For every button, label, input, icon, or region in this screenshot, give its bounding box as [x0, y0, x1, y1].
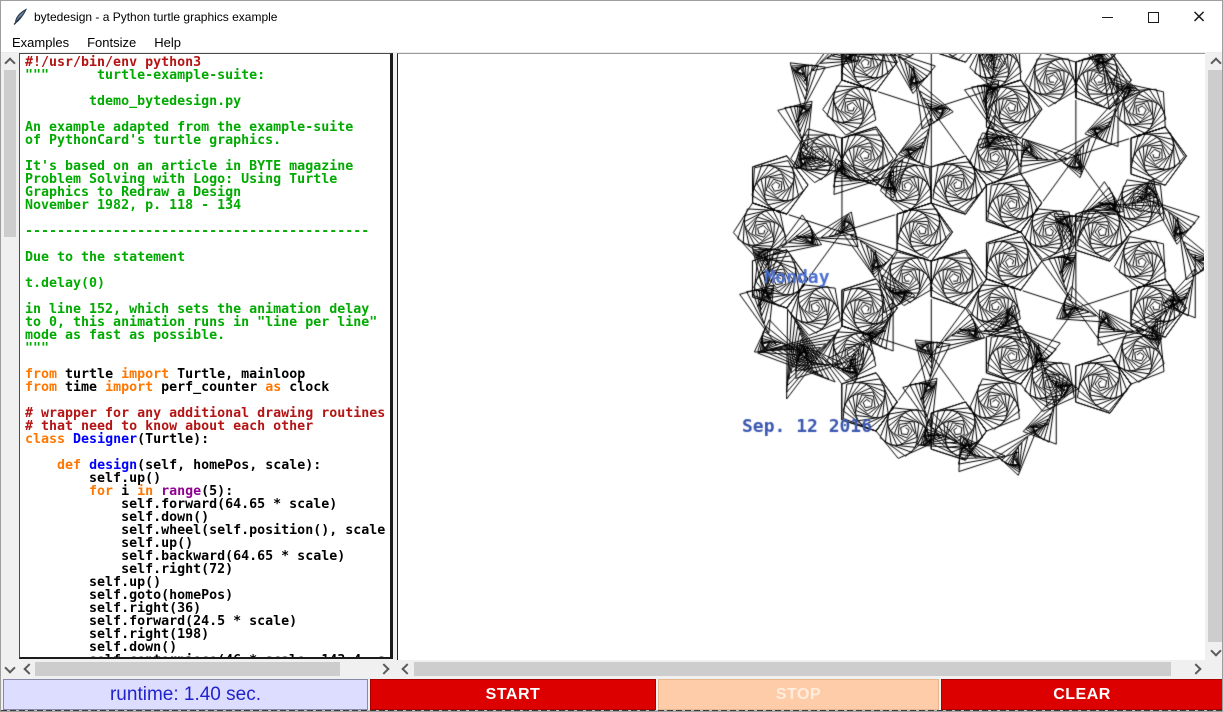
canvas-scroll-left-button[interactable]	[397, 661, 413, 677]
canvas-scroll-right-button[interactable]	[1189, 661, 1205, 677]
stop-button[interactable]: STOP	[658, 679, 939, 710]
window-controls: ×	[1084, 1, 1222, 33]
menu-item-examples[interactable]: Examples	[3, 35, 78, 50]
window-title: bytedesign - a Python turtle graphics ex…	[34, 1, 277, 33]
code-horizontal-scrollbar[interactable]	[19, 661, 393, 677]
chevron-right-icon	[1190, 663, 1201, 674]
code-vertical-scrollbar[interactable]	[3, 53, 17, 677]
menu-bar: Examples Fontsize Help	[1, 33, 1222, 53]
title-bar: bytedesign - a Python turtle graphics ex…	[1, 1, 1222, 33]
code-scroll-right-button[interactable]	[377, 661, 393, 677]
code-line: ----------------------------------------…	[25, 225, 390, 238]
code-line: class Designer(Turtle):	[25, 433, 390, 446]
code-scroll-up-button[interactable]	[3, 53, 17, 69]
code-line: t.delay(0)	[25, 277, 390, 290]
chevron-down-icon	[4, 662, 15, 673]
turtle-canvas	[398, 54, 1204, 659]
code-scroll-down-button[interactable]	[3, 661, 17, 677]
minimize-icon	[1102, 17, 1113, 18]
start-button[interactable]: START	[370, 679, 656, 710]
code-line: mode as fast as possible.	[25, 329, 390, 342]
tk-feather-icon	[12, 8, 29, 26]
canvas-vertical-scrollbar[interactable]	[1207, 53, 1223, 660]
maximize-icon	[1148, 12, 1159, 23]
canvas-scroll-up-button[interactable]	[1207, 53, 1223, 69]
code-hscroll-thumb[interactable]	[35, 662, 340, 676]
close-button[interactable]: ×	[1176, 1, 1222, 33]
code-line: Due to the statement	[25, 251, 390, 264]
chevron-up-icon	[4, 57, 15, 68]
chevron-right-icon	[378, 663, 389, 674]
code-vscroll-thumb[interactable]	[4, 70, 16, 237]
menu-item-fontsize[interactable]: Fontsize	[78, 35, 145, 50]
code-line: November 1982, p. 118 - 134	[25, 199, 390, 212]
canvas-horizontal-scrollbar[interactable]	[397, 661, 1205, 677]
close-icon: ×	[1191, 8, 1206, 26]
code-scroll-left-button[interactable]	[19, 661, 35, 677]
canvas-scroll-down-button[interactable]	[1207, 644, 1223, 660]
chevron-up-icon	[1210, 57, 1221, 68]
code-line: """ turtle-example-suite:	[25, 69, 390, 82]
code-line: """	[25, 342, 390, 355]
canvas-hscroll-thumb[interactable]	[414, 662, 1171, 676]
app-window: bytedesign - a Python turtle graphics ex…	[0, 0, 1223, 712]
code-line: from time import perf_counter as clock	[25, 381, 390, 394]
menu-item-help[interactable]: Help	[145, 35, 190, 50]
code-view[interactable]: #!/usr/bin/env python3""" turtle-example…	[19, 53, 393, 659]
code-line: self.centerpiece(46 * scale, 143.4, s	[25, 654, 390, 659]
chevron-left-icon	[23, 663, 34, 674]
turtle-canvas-area	[397, 53, 1205, 660]
code-line: tdemo_bytedesign.py	[25, 95, 390, 108]
chevron-left-icon	[401, 663, 412, 674]
runtime-label: runtime: 1.40 sec.	[3, 679, 368, 710]
chevron-down-icon	[1210, 645, 1221, 656]
code-line: of PythonCard's turtle graphics.	[25, 134, 390, 147]
minimize-button[interactable]	[1084, 1, 1130, 33]
maximize-button[interactable]	[1130, 1, 1176, 33]
canvas-vscroll-thumb[interactable]	[1208, 70, 1223, 642]
clear-button[interactable]: CLEAR	[941, 679, 1223, 710]
